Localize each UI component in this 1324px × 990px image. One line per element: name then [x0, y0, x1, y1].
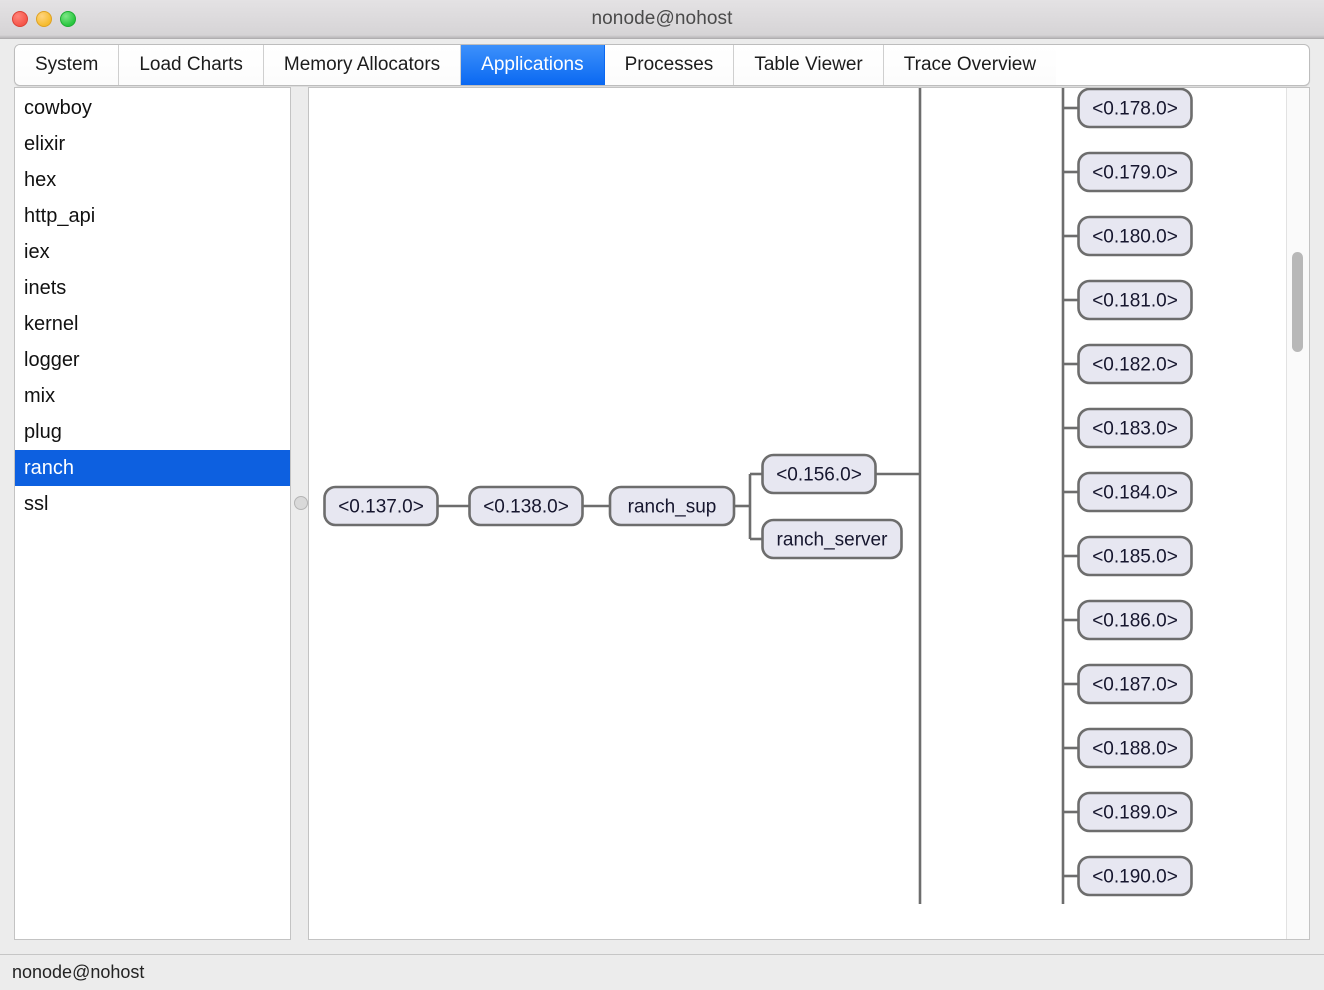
tab-load-charts[interactable]: Load Charts: [119, 45, 264, 85]
window-title: nonode@nohost: [591, 8, 733, 29]
sidebar-item-mix[interactable]: mix: [15, 378, 290, 414]
process-node[interactable]: <0.188.0>: [1077, 727, 1193, 769]
process-node-label: <0.185.0>: [1092, 547, 1178, 568]
close-button[interactable]: [12, 11, 28, 27]
process-node-label: <0.183.0>: [1092, 419, 1178, 440]
status-bar-text: nonode@nohost: [12, 962, 145, 982]
process-node[interactable]: <0.190.0>: [1077, 855, 1193, 897]
process-node[interactable]: <0.179.0>: [1077, 151, 1193, 193]
status-bar: nonode@nohost: [0, 954, 1324, 990]
tab-table-viewer[interactable]: Table Viewer: [734, 45, 884, 85]
process-node-label: ranch_server: [777, 530, 889, 551]
tabbar-container: System Load Charts Memory Allocators Applic…: [0, 39, 1324, 87]
process-node[interactable]: <0.182.0>: [1077, 343, 1193, 385]
process-node[interactable]: <0.185.0>: [1077, 535, 1193, 577]
process-node[interactable]: <0.178.0>: [1077, 88, 1193, 129]
process-node-label: <0.190.0>: [1092, 867, 1178, 888]
process-node-label: <0.182.0>: [1092, 355, 1178, 376]
process-node-label: <0.179.0>: [1092, 163, 1178, 184]
process-node[interactable]: <0.137.0>: [323, 485, 439, 527]
process-node[interactable]: ranch_server: [761, 518, 903, 560]
process-tree-graph: <0.137.0> <0.138.0> ranch_sup <0.156.0> ranc…: [323, 88, 1193, 904]
process-node[interactable]: <0.181.0>: [1077, 279, 1193, 321]
process-node[interactable]: <0.156.0>: [761, 453, 877, 495]
sidebar-item-iex[interactable]: iex: [15, 234, 290, 270]
sidebar-item-ranch[interactable]: ranch: [15, 450, 290, 486]
process-node-label: <0.178.0>: [1092, 99, 1178, 120]
sidebar-item-logger[interactable]: logger: [15, 342, 290, 378]
process-tree-panel: <0.137.0> <0.138.0> ranch_sup <0.156.0> ranc…: [308, 87, 1310, 940]
minimize-button[interactable]: [36, 11, 52, 27]
process-node-label: <0.138.0>: [483, 497, 569, 518]
process-node-label: <0.184.0>: [1092, 483, 1178, 504]
process-node[interactable]: <0.189.0>: [1077, 791, 1193, 833]
process-node-label: <0.137.0>: [338, 497, 424, 518]
process-node[interactable]: <0.180.0>: [1077, 215, 1193, 257]
zoom-button[interactable]: [60, 11, 76, 27]
application-list[interactable]: cowboy elixir hex http_api iex inets kernel log…: [15, 88, 290, 522]
splitter-handle-icon[interactable]: [294, 496, 308, 510]
sidebar-item-plug[interactable]: plug: [15, 414, 290, 450]
application-list-panel: cowboy elixir hex http_api iex inets kernel log…: [14, 87, 291, 940]
tab-applications[interactable]: Applications: [461, 45, 605, 85]
content-area: cowboy elixir hex http_api iex inets kernel log…: [0, 87, 1324, 954]
process-node-label: <0.186.0>: [1092, 611, 1178, 632]
sidebar-item-inets[interactable]: inets: [15, 270, 290, 306]
process-node-label: <0.188.0>: [1092, 739, 1178, 760]
process-node[interactable]: ranch_sup: [608, 485, 736, 527]
observer-window: nonode@nohost System Load Charts Memory Al…: [0, 0, 1324, 990]
process-node[interactable]: <0.186.0>: [1077, 599, 1193, 641]
process-node[interactable]: <0.184.0>: [1077, 471, 1193, 513]
sidebar-item-elixir[interactable]: elixir: [15, 126, 290, 162]
sidebar-item-ssl[interactable]: ssl: [15, 486, 290, 522]
tab-trace-overview[interactable]: Trace Overview: [883, 45, 1057, 85]
tabbar: System Load Charts Memory Allocators Applic…: [14, 44, 1310, 86]
tab-memory-allocators[interactable]: Memory Allocators: [263, 45, 462, 85]
split-panes: cowboy elixir hex http_api iex inets kernel log…: [14, 87, 1310, 954]
sidebar-item-http_api[interactable]: http_api: [15, 198, 290, 234]
tab-system[interactable]: System: [15, 45, 120, 85]
process-tree-canvas[interactable]: <0.137.0> <0.138.0> ranch_sup <0.156.0> ranc…: [309, 88, 1286, 939]
scrollbar-thumb[interactable]: [1292, 252, 1303, 352]
process-node-label: <0.156.0>: [776, 465, 862, 486]
sidebar-item-cowboy[interactable]: cowboy: [15, 90, 290, 126]
sidebar-item-kernel[interactable]: kernel: [15, 306, 290, 342]
window-titlebar: nonode@nohost: [0, 0, 1324, 39]
process-node[interactable]: <0.183.0>: [1077, 407, 1193, 449]
process-node[interactable]: <0.138.0>: [468, 485, 584, 527]
process-node-label: ranch_sup: [628, 497, 717, 518]
pane-splitter[interactable]: [291, 87, 308, 940]
sidebar-item-hex[interactable]: hex: [15, 162, 290, 198]
process-node[interactable]: <0.187.0>: [1077, 663, 1193, 705]
window-controls: [12, 11, 76, 27]
process-node-label: <0.187.0>: [1092, 675, 1178, 696]
canvas-vertical-scrollbar[interactable]: [1286, 88, 1309, 939]
process-node-label: <0.181.0>: [1092, 291, 1178, 312]
tab-processes[interactable]: Processes: [604, 45, 735, 85]
process-node-label: <0.189.0>: [1092, 803, 1178, 824]
process-node-label: <0.180.0>: [1092, 227, 1178, 248]
